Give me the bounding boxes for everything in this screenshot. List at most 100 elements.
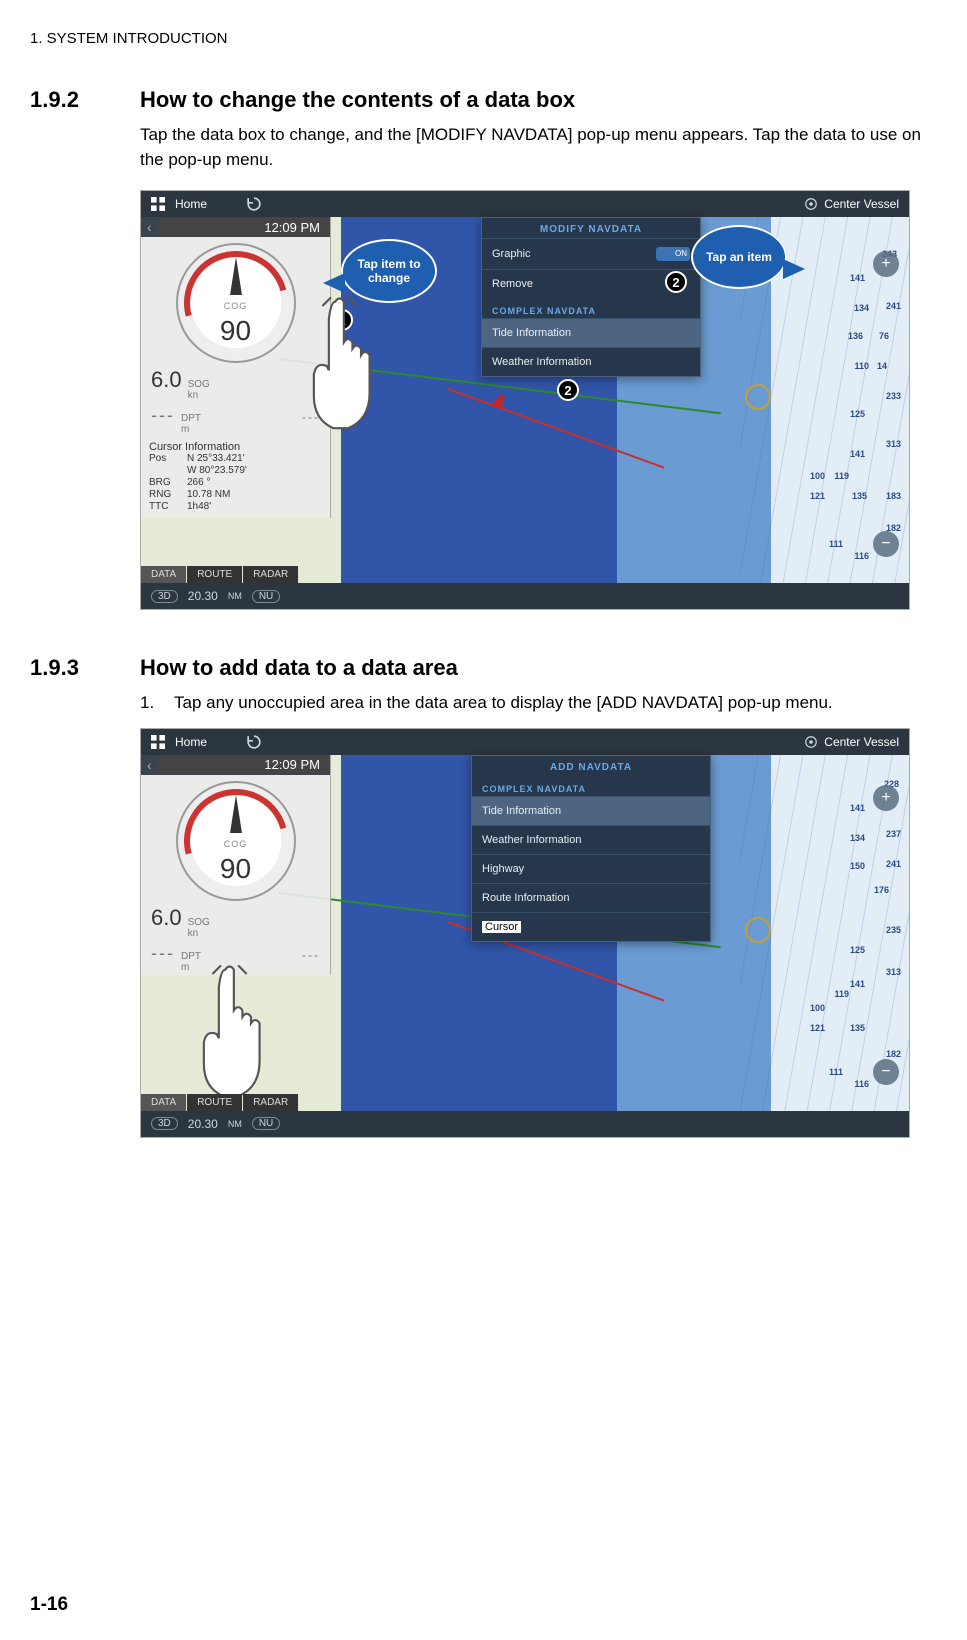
depth-value: 121: [810, 491, 825, 501]
popup-item-tide[interactable]: Tide Information: [472, 796, 710, 825]
depth-value: 116: [854, 551, 869, 561]
tab-route[interactable]: ROUTE: [187, 566, 242, 583]
dpt-label: DPT: [181, 413, 201, 424]
popup-item-weather[interactable]: Weather Information: [472, 825, 710, 854]
collapse-icon[interactable]: ‹: [141, 217, 158, 237]
scale-unit: NM: [228, 1119, 242, 1129]
depth-value: 183: [886, 491, 901, 501]
popup-title: MODIFY NAVDATA: [482, 218, 700, 238]
depth-value: 176: [874, 885, 889, 895]
sog-value: 6.0: [151, 367, 182, 393]
depth-value: 134: [850, 833, 865, 843]
tab-radar[interactable]: RADAR: [243, 566, 298, 583]
depth-value: 14: [877, 361, 887, 371]
toggle-on[interactable]: ON: [656, 247, 690, 261]
section-number: 1.9.3: [30, 655, 140, 681]
top-bar: Home Center Vessel: [141, 729, 909, 755]
scale-value: 20.30: [188, 589, 218, 603]
center-vessel-button[interactable]: Center Vessel: [824, 735, 899, 749]
home-button[interactable]: Home: [175, 197, 207, 211]
step-number: 1.: [140, 691, 174, 716]
cog-gauge[interactable]: COG 90: [176, 781, 296, 901]
scale-value: 20.30: [188, 1117, 218, 1131]
nu-toggle[interactable]: NU: [252, 1117, 280, 1130]
depth-value: 110: [854, 361, 869, 371]
grid-icon[interactable]: [151, 735, 165, 749]
popup-item-weather[interactable]: Weather Information: [482, 347, 700, 376]
3d-toggle[interactable]: 3D: [151, 1117, 178, 1130]
collapse-icon[interactable]: ‹: [141, 755, 158, 775]
tab-route[interactable]: ROUTE: [187, 1094, 242, 1111]
tab-radar[interactable]: RADAR: [243, 1094, 298, 1111]
sog-unit: kn: [188, 390, 210, 401]
target-icon[interactable]: [804, 197, 818, 211]
sog-unit: kn: [188, 928, 210, 939]
hand-icon: [181, 959, 291, 1109]
status-bar: 3D 20.30 NM NU: [141, 583, 909, 609]
depth-value: 134: [854, 303, 869, 313]
hand-icon: [291, 291, 401, 441]
cog-value: 90: [178, 315, 294, 347]
callout-tap-item: Tap an item: [691, 225, 787, 289]
depth-value: 111: [829, 1067, 843, 1077]
figure-modify-navdata: 243 141 134 241 76 136 110 14 233 125 13…: [140, 190, 910, 610]
depth-value: 100: [810, 471, 825, 481]
popup-subheading: COMPLEX NAVDATA: [482, 298, 700, 318]
bottom-tabs[interactable]: DATA ROUTE RADAR: [141, 1094, 299, 1111]
cursor-info: PosN 25°33.421' W 80°23.579' BRG266 ° RN…: [141, 453, 330, 518]
top-bar: Home Center Vessel: [141, 191, 909, 217]
depth-value: 111: [829, 539, 843, 549]
depth-value: 241: [886, 859, 901, 869]
popup-item-route[interactable]: Route Information: [472, 883, 710, 912]
running-header: 1. SYSTEM INTRODUCTION: [30, 30, 937, 47]
depth-value: 141: [850, 449, 865, 459]
depth-value: 76: [879, 331, 889, 341]
zoom-in-button[interactable]: +: [873, 785, 899, 811]
depth-value: 135: [850, 1023, 865, 1033]
section-title: How to add data to a data area: [140, 655, 458, 681]
cog-label: COG: [178, 301, 294, 311]
popup-subheading: COMPLEX NAVDATA: [472, 776, 710, 796]
depth-value: 235: [886, 925, 901, 935]
popup-item-cursor[interactable]: Cursor: [472, 912, 710, 941]
3d-toggle[interactable]: 3D: [151, 590, 178, 603]
modify-navdata-popup[interactable]: MODIFY NAVDATA Graphic ON Remove COMPLEX…: [481, 217, 701, 377]
depth-value: 141: [850, 803, 865, 813]
depth-value: 182: [886, 1049, 901, 1059]
scale-unit: NM: [228, 591, 242, 601]
dpt-value: ---: [151, 943, 175, 964]
grid-icon[interactable]: [151, 197, 165, 211]
depth-value: 136: [848, 331, 863, 341]
section-number: 1.9.2: [30, 87, 140, 113]
depth-value: 141: [850, 979, 865, 989]
depth-value: 119: [834, 989, 849, 999]
popup-item-tide[interactable]: Tide Information: [482, 318, 700, 347]
undo-icon[interactable]: [247, 197, 261, 211]
section-body: Tap the data box to change, and the [MOD…: [140, 123, 937, 172]
popup-item-highway[interactable]: Highway: [472, 854, 710, 883]
center-vessel-button[interactable]: Center Vessel: [824, 197, 899, 211]
depth-value: 121: [810, 1023, 825, 1033]
cog-gauge[interactable]: COG 90: [176, 243, 296, 363]
depth-value: 100: [810, 1003, 825, 1013]
cog-value: 90: [178, 853, 294, 885]
page-number: 1-16: [30, 1594, 68, 1616]
home-button[interactable]: Home: [175, 735, 207, 749]
undo-icon[interactable]: [247, 735, 261, 749]
popup-item-graphic[interactable]: Graphic ON: [482, 238, 700, 269]
target-icon[interactable]: [804, 735, 818, 749]
time-display: 12:09 PM: [158, 755, 330, 774]
depth-value: 141: [850, 273, 865, 283]
zoom-out-button[interactable]: −: [873, 1059, 899, 1085]
tab-data[interactable]: DATA: [141, 566, 186, 583]
sog-label: SOG: [188, 379, 210, 390]
tab-data[interactable]: DATA: [141, 1094, 186, 1111]
dpt-value: ---: [151, 405, 175, 426]
step-text: Tap any unoccupied area in the data area…: [174, 691, 833, 716]
bottom-tabs[interactable]: DATA ROUTE RADAR: [141, 566, 299, 583]
nu-toggle[interactable]: NU: [252, 590, 280, 603]
depth-value: 119: [834, 471, 849, 481]
add-navdata-popup[interactable]: ADD NAVDATA COMPLEX NAVDATA Tide Informa…: [471, 755, 711, 942]
data-panel[interactable]: ‹ 12:09 PM COG 90 6.0 SOG kn ---: [141, 755, 331, 975]
depth-value: 125: [850, 945, 865, 955]
